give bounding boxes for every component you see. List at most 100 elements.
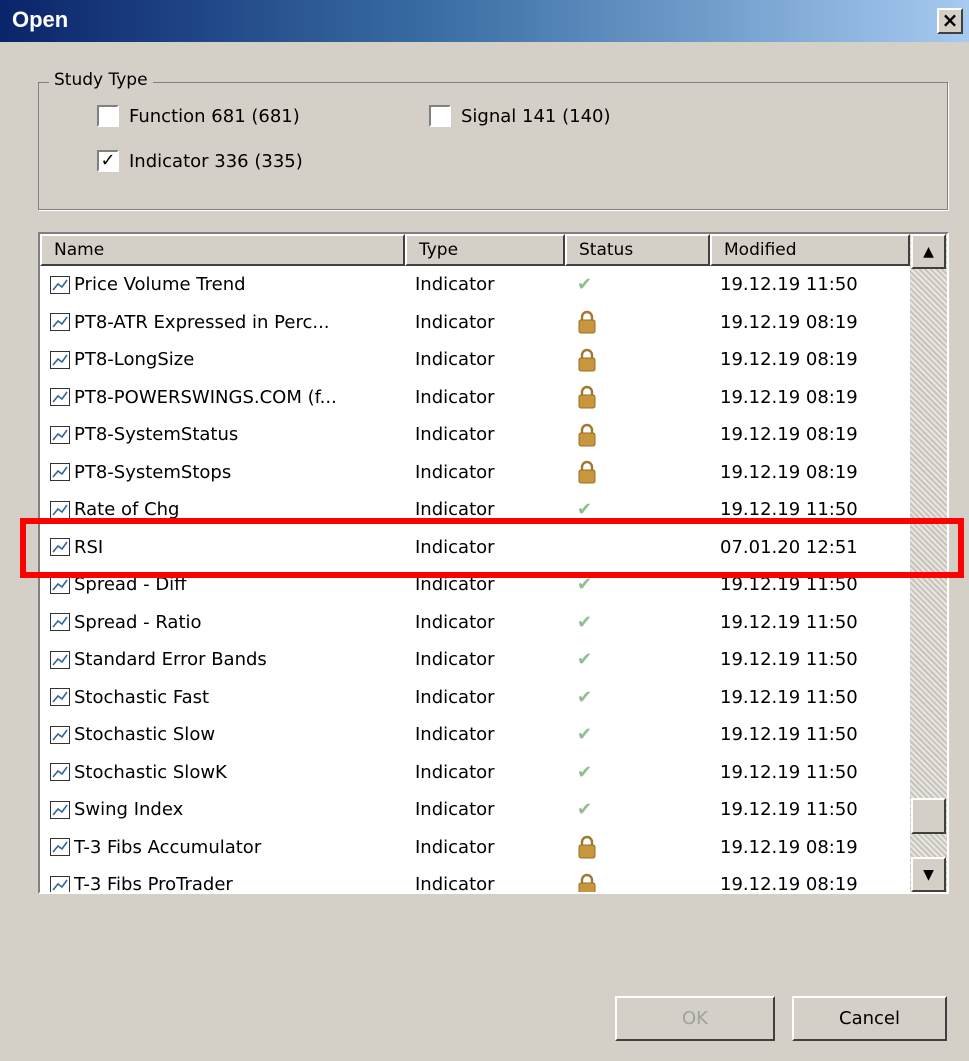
table-row[interactable]: PT8-SystemStops Indicator 19.12.19 08:19	[40, 454, 910, 492]
check-icon: ✔	[577, 799, 593, 821]
study-icon	[50, 838, 70, 857]
signal-checkbox[interactable]	[429, 105, 451, 127]
study-icon	[50, 800, 70, 819]
row-status	[565, 835, 710, 859]
table-row[interactable]: PT8-POWERSWINGS.COM (f... Indicator 19.12.…	[40, 379, 910, 417]
arrow-up-icon: ▲	[923, 243, 934, 260]
row-modified: 19.12.19 08:19	[720, 386, 858, 408]
row-modified: 19.12.19 08:19	[720, 836, 858, 858]
scroll-down-button[interactable]: ▼	[911, 857, 946, 892]
signal-checkbox-row[interactable]: Signal 141 (140)	[429, 105, 611, 127]
table-row[interactable]: Swing Index Indicator ✔ 19.12.19 11:50	[40, 791, 910, 829]
lock-icon	[578, 386, 596, 409]
signal-label: Signal 141 (140)	[461, 105, 611, 127]
row-name-cell: PT8-ATR Expressed in Perc...	[40, 312, 405, 333]
row-modified: 19.12.19 08:19	[720, 311, 858, 333]
column-header-type[interactable]: Type	[405, 234, 565, 266]
function-label: Function 681 (681)	[129, 105, 300, 127]
row-type: Indicator	[415, 611, 495, 633]
study-type-group: Study Type Function 681 (681) Signal 141…	[38, 70, 948, 210]
row-name: Standard Error Bands	[74, 649, 267, 671]
table-row[interactable]: PT8-SystemStatus Indicator 19.12.19 08:19	[40, 416, 910, 454]
window-title: Open	[12, 7, 69, 32]
scroll-up-button[interactable]: ▲	[911, 234, 946, 269]
row-modified: 19.12.19 11:50	[720, 611, 858, 633]
row-status	[565, 423, 710, 447]
row-status: ✔	[565, 687, 710, 708]
study-icon	[50, 650, 70, 669]
row-status: ✔	[565, 612, 710, 633]
table-row[interactable]: Price Volume Trend Indicator ✔ 19.12.19 11:…	[40, 266, 910, 304]
title-bar: Open ×	[0, 0, 969, 42]
study-icon	[50, 688, 70, 707]
scroll-thumb[interactable]	[911, 798, 946, 834]
study-icon	[50, 275, 70, 294]
row-name-cell: Standard Error Bands	[40, 649, 405, 670]
table-row[interactable]: Stochastic Slow Indicator ✔ 19.12.19 11:50	[40, 716, 910, 754]
function-checkbox-row[interactable]: Function 681 (681)	[97, 105, 300, 127]
row-status: ✔	[565, 799, 710, 820]
row-modified: 19.12.19 11:50	[720, 686, 858, 708]
row-type: Indicator	[415, 424, 495, 446]
ok-button[interactable]: OK	[615, 996, 775, 1041]
table-row[interactable]: Stochastic Fast Indicator ✔ 19.12.19 11:50	[40, 679, 910, 717]
row-type: Indicator	[415, 649, 495, 671]
indicator-label: Indicator 336 (335)	[129, 150, 303, 172]
table-row[interactable]: Spread - Ratio Indicator ✔ 19.12.19 11:50	[40, 604, 910, 642]
row-type: Indicator	[415, 349, 495, 371]
cancel-button[interactable]: Cancel	[792, 996, 947, 1041]
table-row[interactable]: T-3 Fibs Accumulator Indicator 19.12.19 08…	[40, 829, 910, 867]
table-row[interactable]: Standard Error Bands Indicator ✔ 19.12.19 1…	[40, 641, 910, 679]
row-name-cell: PT8-SystemStatus	[40, 424, 405, 445]
study-icon	[50, 763, 70, 782]
study-icon	[50, 613, 70, 632]
study-icon	[50, 500, 70, 519]
row-type: Indicator	[415, 724, 495, 746]
checkmark-icon: ✓	[100, 150, 116, 171]
row-type: Indicator	[415, 686, 495, 708]
row-modified: 19.12.19 11:50	[720, 799, 858, 821]
check-icon: ✔	[577, 649, 593, 671]
column-header-name[interactable]: Name	[40, 234, 405, 266]
column-header-status[interactable]: Status	[565, 234, 710, 266]
lock-icon	[578, 348, 596, 372]
row-type: Indicator	[415, 761, 495, 783]
row-status: ✔	[565, 724, 710, 745]
row-name-cell: PT8-SystemStops	[40, 462, 405, 483]
lock-icon	[578, 311, 596, 334]
row-status	[565, 348, 710, 372]
list-header: Name Type Status Modified	[40, 234, 910, 266]
column-header-modified[interactable]: Modified	[710, 234, 910, 266]
check-icon: ✔	[577, 274, 593, 296]
row-type: Indicator	[415, 461, 495, 483]
table-row[interactable]: T-3 Fibs ProTrader Indicator 19.12.19 08:1…	[40, 866, 910, 892]
indicator-checkbox-row[interactable]: ✓ Indicator 336 (335)	[97, 150, 303, 172]
lock-icon	[578, 423, 596, 447]
row-name-cell: Stochastic Slow	[40, 724, 405, 745]
selection-highlight-box	[20, 518, 964, 578]
row-name: PT8-POWERSWINGS.COM (f...	[74, 386, 337, 408]
table-row[interactable]: Stochastic SlowK Indicator ✔ 19.12.19 11:50	[40, 754, 910, 792]
row-status	[565, 873, 710, 892]
indicator-checkbox[interactable]: ✓	[97, 150, 119, 172]
row-type: Indicator	[415, 386, 495, 408]
row-name: PT8-SystemStops	[74, 461, 232, 483]
study-icon	[50, 388, 70, 407]
close-button[interactable]: ×	[937, 8, 963, 34]
table-row[interactable]: PT8-LongSize Indicator 19.12.19 08:19	[40, 341, 910, 379]
row-name: Swing Index	[74, 799, 184, 821]
row-status: ✔	[565, 274, 710, 295]
study-icon	[50, 575, 70, 594]
row-type: Indicator	[415, 799, 495, 821]
table-row[interactable]: PT8-ATR Expressed in Perc... Indicator 19.…	[40, 304, 910, 342]
check-icon: ✔	[577, 611, 593, 633]
row-type: Indicator	[415, 274, 495, 296]
row-modified: 19.12.19 11:50	[720, 761, 858, 783]
function-checkbox[interactable]	[97, 105, 119, 127]
row-status: ✔	[565, 649, 710, 670]
study-icon	[50, 313, 70, 332]
row-modified: 19.12.19 11:50	[720, 649, 858, 671]
row-status	[565, 310, 710, 334]
row-type: Indicator	[415, 311, 495, 333]
row-name-cell: Swing Index	[40, 799, 405, 820]
